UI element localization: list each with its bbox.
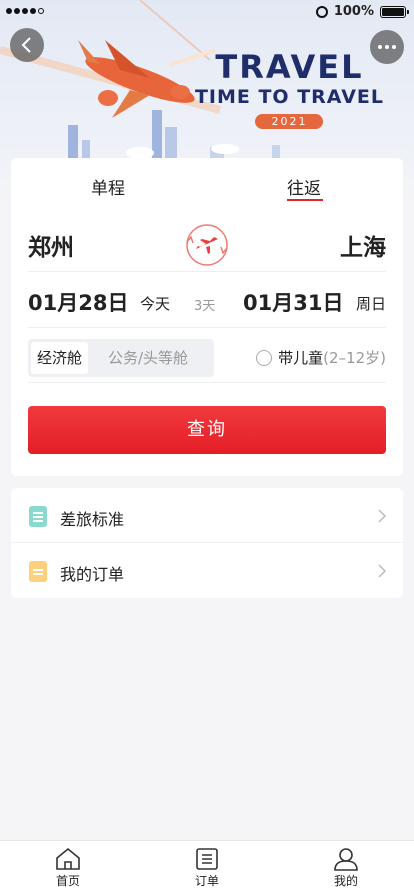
child-label: 带儿童 xyxy=(278,349,324,367)
status-right: 100% xyxy=(315,4,409,19)
departure-city[interactable]: 郑州 xyxy=(28,228,74,262)
return-weekday: 周日 xyxy=(355,295,386,313)
bottom-tab-bar: 首页 订单 我的 xyxy=(0,840,414,896)
cabin-economy-option[interactable]: 经济舱 xyxy=(31,342,89,374)
user-icon xyxy=(334,848,358,871)
tab-home-label: 首页 xyxy=(55,874,80,888)
status-bar: 100% xyxy=(0,0,414,24)
chevron-right-icon xyxy=(378,564,387,578)
tab-profile-label: 我的 xyxy=(333,874,358,888)
cabin-row: 经济舱 公务/头等舱 带儿童 (2–12岁) xyxy=(28,329,386,383)
battery-percent: 100% xyxy=(333,4,374,19)
banner-title: TRAVEL xyxy=(215,48,364,86)
banner-text: TRAVEL TIME TO TRAVEL 2021 xyxy=(195,50,384,129)
banner-subtitle: TIME TO TRAVEL xyxy=(194,86,384,108)
tab-round-trip[interactable]: 往返 xyxy=(287,174,321,199)
list-item-travel-standards[interactable]: 差旅标准 xyxy=(11,488,403,543)
search-button[interactable]: 查询 xyxy=(28,406,386,454)
tab-one-way[interactable]: 单程 xyxy=(91,174,125,199)
banner-year: 2021 xyxy=(255,114,324,129)
dates-row: 01月28日 今天 3天 01月31日 周日 xyxy=(28,273,386,328)
tab-orders-label: 订单 xyxy=(194,874,219,888)
cabin-business-option[interactable]: 公务/头等舱 xyxy=(102,342,194,374)
list-item-label: 差旅标准 xyxy=(60,510,125,529)
more-button[interactable] xyxy=(370,30,404,64)
child-age-range: (2–12岁) xyxy=(323,349,386,367)
arrival-city[interactable]: 上海 xyxy=(340,228,386,262)
list-item-my-orders[interactable]: 我的订单 xyxy=(11,543,403,598)
tab-profile[interactable]: 我的 xyxy=(316,847,376,889)
swap-cities-icon[interactable] xyxy=(184,222,230,268)
more-dots-icon xyxy=(378,45,396,49)
menu-list: 差旅标准 我的订单 xyxy=(11,488,403,598)
battery-icon xyxy=(380,5,409,18)
active-tab-indicator xyxy=(287,199,323,201)
trip-type-tabs: 单程 往返 xyxy=(11,158,403,204)
flight-search-card: 单程 往返 郑州 上海 01月28日 今天 3天 01月31日 周日 经济舱 公… xyxy=(11,158,403,476)
cabin-class-selector: 经济舱 公务/头等舱 xyxy=(28,339,214,377)
list-item-label: 我的订单 xyxy=(60,565,125,584)
trip-duration: 3天 xyxy=(194,299,216,314)
back-button[interactable] xyxy=(10,28,44,62)
rotation-lock-icon xyxy=(315,5,328,18)
return-date[interactable]: 01月31日 xyxy=(243,287,343,317)
tab-orders[interactable]: 订单 xyxy=(177,847,237,889)
departure-date[interactable]: 01月28日 xyxy=(28,287,128,317)
tab-home[interactable]: 首页 xyxy=(38,847,98,889)
child-toggle[interactable]: 带儿童 (2–12岁) xyxy=(256,347,386,368)
chevron-right-icon xyxy=(378,509,387,523)
document-icon xyxy=(29,506,47,527)
list-icon xyxy=(196,848,218,870)
order-icon xyxy=(29,561,47,582)
home-icon xyxy=(56,847,80,870)
chevron-left-icon xyxy=(21,37,31,53)
child-radio-icon[interactable] xyxy=(256,349,273,366)
route-row: 郑州 上海 xyxy=(28,218,386,272)
signal-strength-icon xyxy=(6,8,44,14)
departure-weekday: 今天 xyxy=(140,295,171,313)
